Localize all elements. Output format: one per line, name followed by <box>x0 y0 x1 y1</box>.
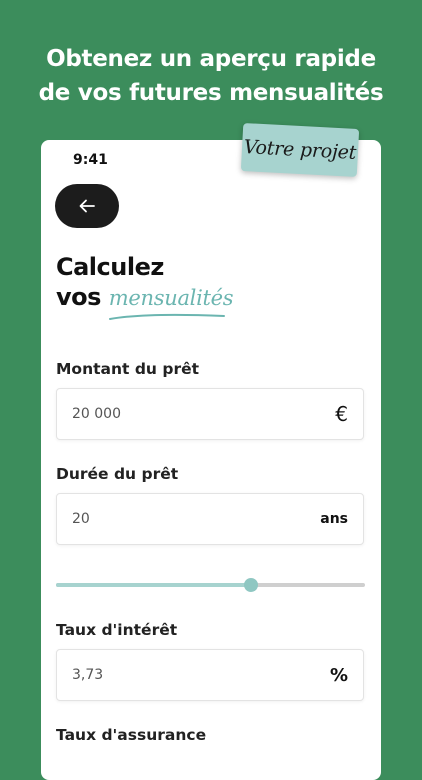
page-title-line-1: Calculez <box>56 253 164 281</box>
status-bar-time: 9:41 <box>73 152 108 168</box>
page-title-prefix: vos <box>56 283 101 311</box>
back-button[interactable] <box>55 184 119 228</box>
arrow-left-icon <box>79 199 95 213</box>
promo-headline-line-2: de vos futures mensualités <box>38 80 384 106</box>
duration-slider[interactable] <box>56 577 365 593</box>
phone-screen: 9:41 Calculez vos mensualités Montant du… <box>41 140 381 780</box>
rate-field[interactable]: 3,73 % <box>56 649 364 701</box>
duration-field[interactable]: 20 ans <box>56 493 364 545</box>
duration-unit: ans <box>320 511 348 527</box>
promo-headline-line-1: Obtenez un aperçu rapide <box>46 46 376 72</box>
rate-label: Taux d'intérêt <box>56 621 178 639</box>
rate-value: 3,73 <box>72 667 104 683</box>
duration-value: 20 <box>72 511 90 527</box>
page-title: Calculez vos mensualités <box>56 252 234 313</box>
euro-icon: € <box>335 402 348 426</box>
duration-label: Durée du prêt <box>56 465 179 483</box>
title-underline-decoration <box>109 313 225 320</box>
insurance-label: Taux d'assurance <box>56 726 207 744</box>
page-title-accent: mensualités <box>108 286 234 310</box>
duration-slider-fill <box>56 583 251 587</box>
amount-label: Montant du prêt <box>56 360 200 378</box>
project-sticker-label: Votre projet <box>243 136 357 164</box>
duration-slider-thumb[interactable] <box>243 578 258 592</box>
percent-icon: % <box>329 664 348 686</box>
promo-headline: Obtenez un aperçu rapide de vos futures … <box>0 42 422 110</box>
project-sticker: Votre projet <box>240 122 360 178</box>
amount-value: 20 000 <box>72 406 121 422</box>
amount-field[interactable]: 20 000 € <box>56 388 364 440</box>
